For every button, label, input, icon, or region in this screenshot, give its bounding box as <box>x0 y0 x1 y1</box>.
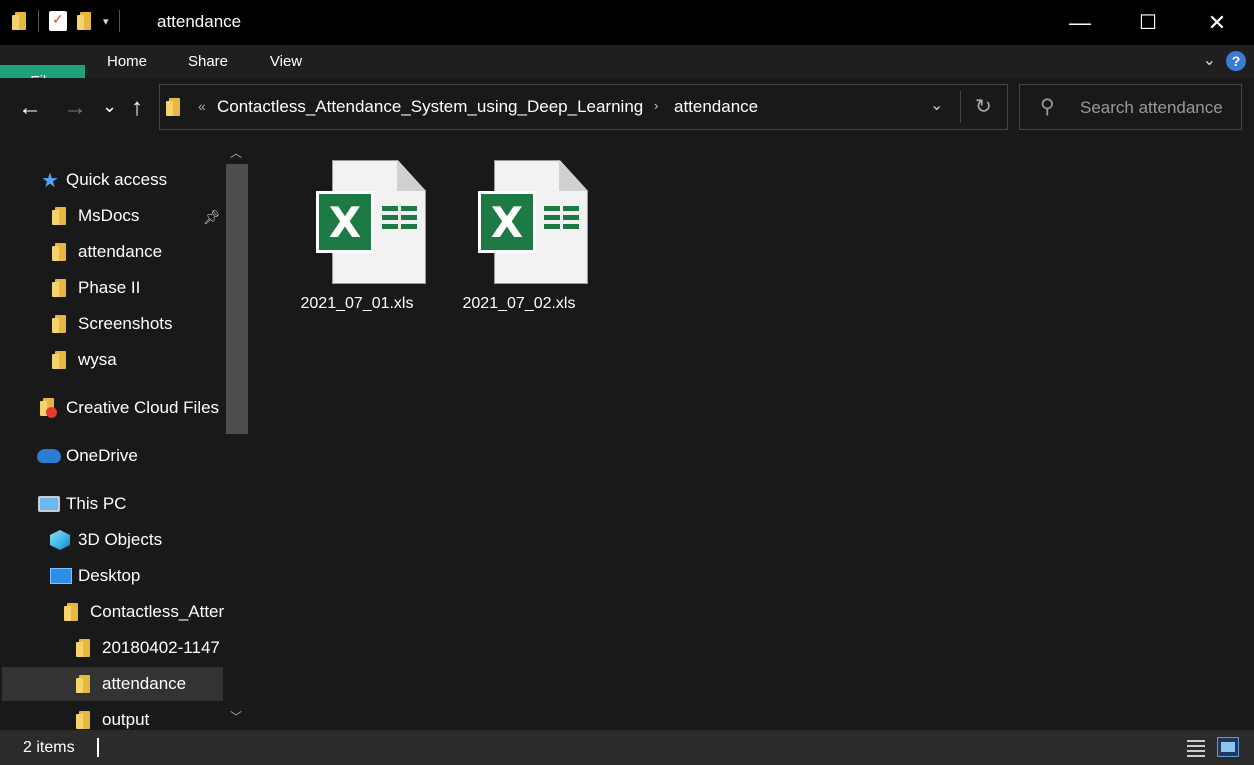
file-item[interactable]: X 2021_07_02.xls <box>456 158 588 313</box>
sidebar-item-onedrive[interactable]: OneDrive <box>37 439 138 473</box>
sidebar-item-output[interactable]: output <box>76 703 149 730</box>
up-arrow-icon[interactable]: ↑ <box>131 94 143 122</box>
file-item[interactable]: X 2021_07_01.xls <box>294 158 426 313</box>
folder-icon <box>52 314 68 334</box>
sidebar-item-phase-ii[interactable]: Phase II <box>52 271 140 305</box>
toolbar-divider <box>38 10 39 32</box>
sidebar-item-label: Creative Cloud Files <box>66 398 220 417</box>
title-bar: ▾ attendance — ☐ ✕ <box>0 0 1254 45</box>
sidebar-item-creative-cloud-files[interactable]: Creative Cloud Files <box>40 391 219 425</box>
address-history-chevron-icon[interactable]: ⌄ <box>930 95 943 115</box>
ribbon-tabs: File Home Share View ⌄ ? <box>0 45 1254 98</box>
folder-icon <box>76 710 92 730</box>
breadcrumb-overflow-icon[interactable]: « <box>198 98 206 114</box>
cloud-icon <box>37 449 61 463</box>
minimize-button[interactable]: — <box>1057 0 1103 45</box>
address-bar[interactable]: « Contactless_Attendance_System_using_De… <box>159 84 1008 130</box>
navigation-pane[interactable]: ★ Quick access MsDocs 📌︎ attendance Phas… <box>0 138 252 730</box>
sidebar-item-attendance[interactable]: attendance <box>52 235 162 269</box>
scroll-up-arrow-icon[interactable]: ︿ <box>230 144 242 161</box>
folder-icon <box>52 206 68 226</box>
status-divider <box>97 738 99 757</box>
desktop-icon <box>50 568 72 584</box>
forward-arrow-icon[interactable]: → <box>63 94 87 122</box>
search-icon: ⚲ <box>1040 96 1055 118</box>
folder-icon <box>166 97 182 117</box>
search-placeholder[interactable]: Search attendance <box>1080 98 1223 118</box>
navigation-bar: ← → ⌄ ↑ « Contactless_Attendance_System_… <box>0 78 1254 138</box>
customize-toolbar-dropdown-icon[interactable]: ▾ <box>103 15 109 28</box>
sidebar-item-3d-objects[interactable]: 3D Objects <box>50 523 162 557</box>
sidebar-item-label: MsDocs <box>78 206 140 225</box>
breadcrumb-separator-icon[interactable]: › <box>654 98 658 113</box>
sidebar-item-label: 3D Objects <box>78 530 163 549</box>
folder-icon <box>52 350 68 370</box>
star-icon: ★ <box>41 169 59 192</box>
details-view-icon[interactable] <box>1185 737 1207 757</box>
folder-icon <box>52 278 68 298</box>
recent-locations-chevron-icon[interactable]: ⌄ <box>102 96 117 117</box>
sidebar-item-label: output <box>102 710 150 729</box>
large-icons-view-icon[interactable] <box>1217 737 1239 757</box>
pin-icon[interactable]: 📌︎ <box>203 209 221 226</box>
tab-home[interactable]: Home <box>98 45 156 78</box>
sidebar-item-label: wysa <box>78 350 117 369</box>
refresh-icon[interactable]: ↻ <box>975 94 992 119</box>
toolbar-divider <box>118 10 120 32</box>
sidebar-item-wysa[interactable]: wysa <box>52 343 117 377</box>
creative-cloud-folder-icon <box>40 397 60 419</box>
sidebar-item-label: attendance <box>102 674 187 693</box>
window-title: attendance <box>157 12 242 31</box>
folder-icon <box>76 638 92 658</box>
sidebar-item-label: This PC <box>66 494 127 513</box>
sidebar-item-label: Screenshots <box>78 314 173 333</box>
sidebar-item-label: Desktop <box>78 566 141 585</box>
tab-view[interactable]: View <box>262 45 310 78</box>
sidebar-item-this-pc[interactable]: This PC <box>38 487 126 521</box>
breadcrumb-item[interactable]: Contactless_Attendance_System_using_Deep… <box>217 97 643 117</box>
scroll-down-arrow-icon[interactable]: ﹀ <box>230 708 242 725</box>
address-divider <box>960 91 961 123</box>
sidebar-item-attendance-selected[interactable]: attendance <box>2 667 223 701</box>
cube-icon <box>50 530 70 550</box>
sidebar-item-desktop[interactable]: Desktop <box>50 559 140 593</box>
sidebar-item-label: 20180402-1147 <box>102 638 220 657</box>
folder-icon <box>12 11 28 31</box>
sidebar-item-screenshots[interactable]: Screenshots <box>52 307 173 341</box>
sidebar-item-label: Contactless_Atter <box>90 602 225 621</box>
help-button[interactable]: ? <box>1226 51 1246 71</box>
new-folder-icon[interactable] <box>77 11 93 31</box>
breadcrumb-item[interactable]: attendance <box>674 97 758 117</box>
sidebar-scrollbar-thumb[interactable] <box>226 164 248 434</box>
folder-icon <box>52 242 68 262</box>
folder-icon <box>76 674 92 694</box>
search-box[interactable]: ⚲ Search attendance <box>1019 84 1242 130</box>
folder-icon <box>64 602 80 622</box>
sidebar-item-msdocs[interactable]: MsDocs <box>52 199 139 233</box>
close-button[interactable]: ✕ <box>1194 0 1240 45</box>
excel-file-icon: X <box>294 158 426 286</box>
expand-ribbon-chevron-icon[interactable]: ⌄ <box>1203 50 1216 70</box>
file-name: 2021_07_01.xls <box>300 295 414 312</box>
maximize-button[interactable]: ☐ <box>1125 0 1171 45</box>
status-bar: 2 items <box>0 730 1254 765</box>
file-name: 2021_07_02.xls <box>462 295 576 312</box>
item-count: 2 items <box>23 739 75 756</box>
sidebar-item-20180402[interactable]: 20180402-1147 <box>76 631 225 665</box>
properties-icon[interactable] <box>49 11 67 31</box>
sidebar-item-contactless-attendance[interactable]: Contactless_Atter <box>64 595 225 629</box>
back-arrow-icon[interactable]: ← <box>18 94 42 122</box>
sidebar-item-label: OneDrive <box>66 446 138 465</box>
tab-share[interactable]: Share <box>180 45 236 78</box>
sidebar-item-quick-access[interactable]: ★ Quick access <box>40 163 167 197</box>
sidebar-item-label: Phase II <box>78 278 141 297</box>
sidebar-item-label: attendance <box>78 242 163 261</box>
sidebar-item-label: Quick access <box>66 170 168 189</box>
file-list[interactable]: X 2021_07_01.xls X 2021_07_02.xls <box>254 138 1254 730</box>
excel-file-icon: X <box>456 158 588 286</box>
quick-access-toolbar: ▾ <box>12 10 120 32</box>
computer-icon <box>38 496 60 512</box>
